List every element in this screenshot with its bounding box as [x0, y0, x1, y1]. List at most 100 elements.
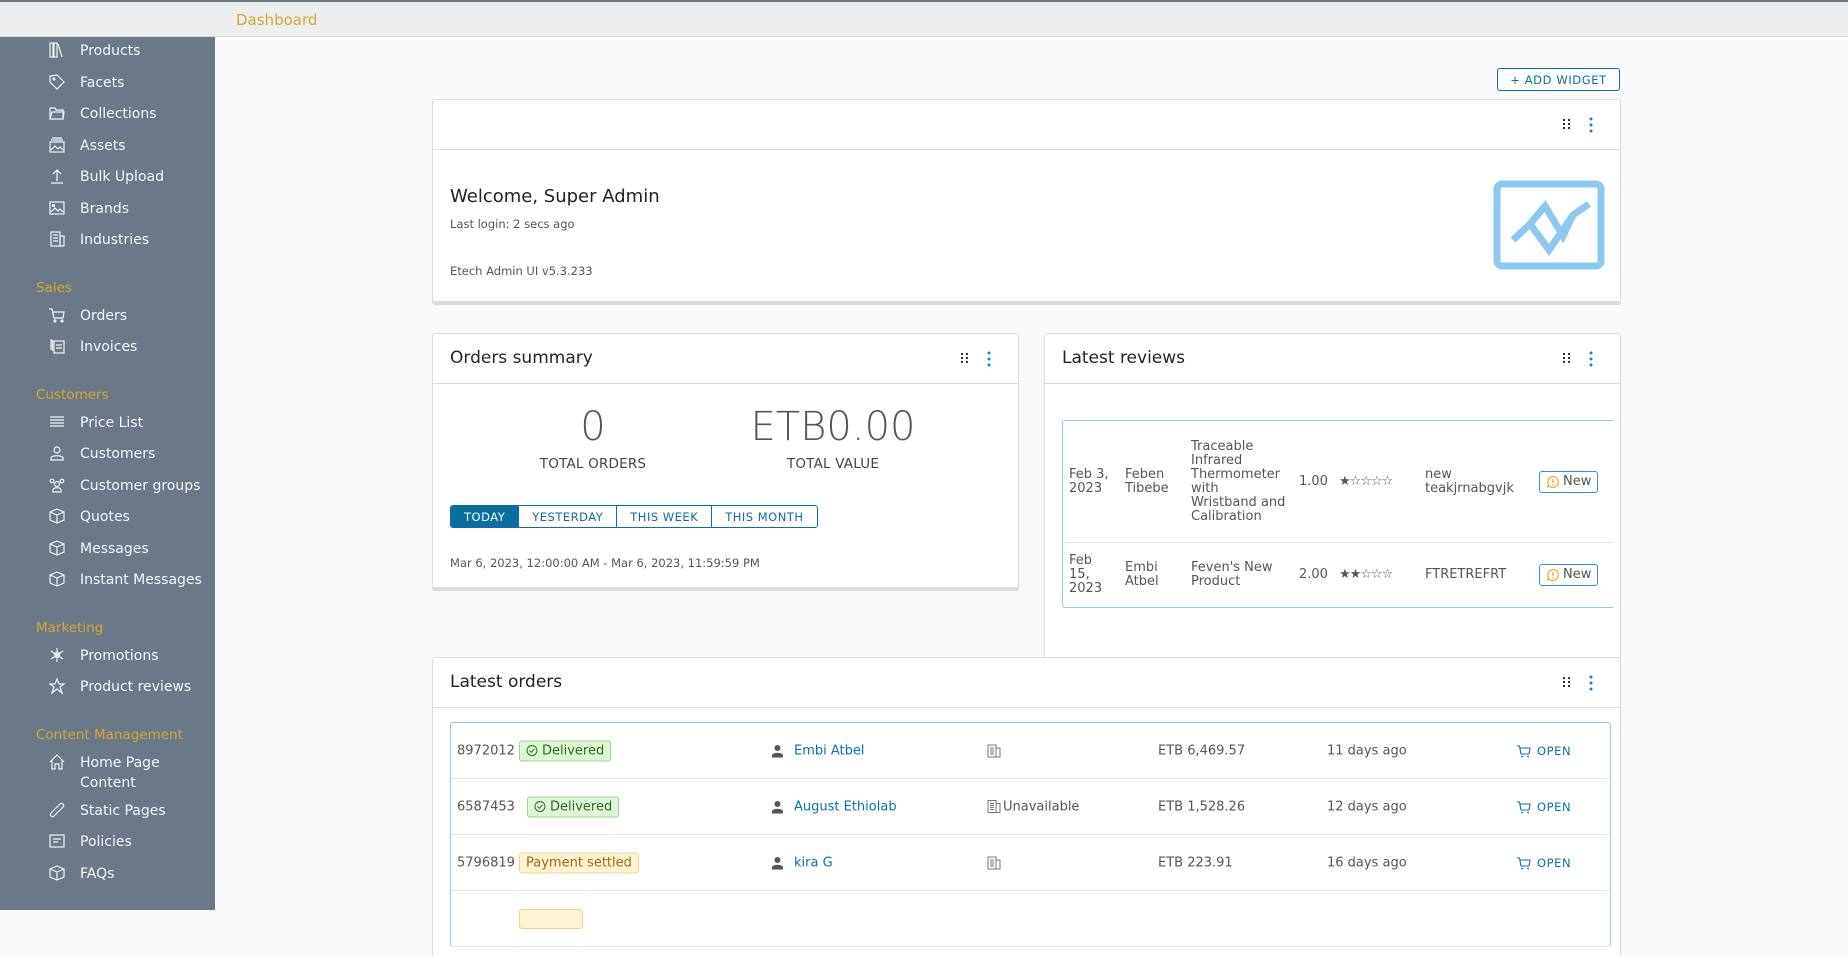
- open-order-button[interactable]: OPEN: [1516, 744, 1571, 758]
- sidebar-item-label: Promotions: [80, 647, 159, 664]
- sidebar-item-industries[interactable]: Industries: [48, 230, 213, 250]
- sidebar-item-label: Messages: [80, 540, 149, 557]
- sidebar-item-label: Orders: [80, 307, 128, 324]
- sidebar-section-content-management: Content Management: [36, 726, 183, 743]
- order-row[interactable]: 8972012 Delivered Embi Atbel ETB 6,469.57 11…: [451, 723, 1610, 779]
- shopping-cart-icon: [1517, 856, 1531, 869]
- sidebar-item-label: Brands: [80, 200, 129, 217]
- total-orders-value: 0: [580, 404, 606, 450]
- latest-orders-title: Latest orders: [450, 672, 563, 692]
- order-customer-link[interactable]: August Ethiolab: [771, 799, 897, 814]
- drag-handle-icon[interactable]: [1562, 118, 1572, 130]
- sidebar-item-label: Assets: [80, 137, 126, 154]
- order-company-name: Unavailable: [1003, 799, 1080, 814]
- range-this-week-button[interactable]: THIS WEEK: [617, 506, 713, 527]
- sidebar-item-orders[interactable]: Orders: [48, 306, 213, 326]
- sidebar-item-policies[interactable]: Policies: [48, 832, 213, 852]
- sidebar-item-label: Facets: [80, 74, 125, 91]
- sidebar-item-instant-messages[interactable]: Instant Messages: [48, 570, 213, 590]
- sidebar-item-static-pages[interactable]: Static Pages: [48, 801, 213, 821]
- order-customer-link[interactable]: kira G: [771, 855, 833, 870]
- review-status-label: New: [1563, 473, 1592, 489]
- more-options-icon[interactable]: [1588, 351, 1594, 367]
- last-login-text: Last login: 2 secs ago: [450, 217, 575, 231]
- open-order-label: OPEN: [1537, 855, 1572, 870]
- order-total: ETB 6,469.57: [1158, 743, 1246, 758]
- order-row-partial[interactable]: [451, 891, 1610, 947]
- review-row[interactable]: Feb 3, 2023 Feben Tibebe Traceable Infrare…: [1063, 421, 1613, 543]
- star-icon: [48, 677, 66, 695]
- order-customer-link[interactable]: Embi Atbel: [771, 743, 865, 758]
- sidebar-item-invoices[interactable]: Invoices: [48, 337, 213, 357]
- building-icon: [987, 856, 1001, 869]
- open-order-button[interactable]: OPEN: [1516, 800, 1571, 814]
- paperclip-icon: [48, 801, 66, 819]
- review-product: Feven's New Product: [1191, 560, 1273, 589]
- review-date: Feb 3, 2023: [1069, 466, 1109, 496]
- drag-handle-icon[interactable]: [960, 352, 970, 364]
- review-status-badge[interactable]: New: [1539, 470, 1599, 493]
- sidebar-item-home-page-content[interactable]: Home Page Content: [48, 753, 178, 793]
- date-range-text: Mar 6, 2023, 12:00:00 AM - Mar 6, 2023, …: [450, 556, 760, 570]
- sidebar-item-product-reviews[interactable]: Product reviews: [48, 677, 213, 697]
- sidebar-item-products[interactable]: Products: [48, 41, 213, 61]
- folder-icon: [48, 104, 66, 122]
- order-age: 16 days ago: [1327, 855, 1407, 870]
- breadcrumb-dashboard[interactable]: Dashboard: [236, 11, 317, 29]
- star-empty-icon: ☆: [1370, 473, 1383, 489]
- alert-bubble-icon: [1546, 568, 1559, 582]
- drag-handle-icon[interactable]: [1562, 676, 1572, 688]
- order-age: 11 days ago: [1327, 743, 1407, 758]
- review-summary: FTRETREFRT: [1425, 567, 1507, 582]
- shopping-cart-icon: [1517, 800, 1531, 813]
- sidebar-item-bulk-upload[interactable]: Bulk Upload: [48, 167, 213, 187]
- order-customer-name: kira G: [794, 855, 833, 870]
- order-age: 12 days ago: [1327, 799, 1407, 814]
- sidebar-item-customers[interactable]: Customers: [48, 444, 213, 464]
- sidebar-item-price-list[interactable]: Price List: [48, 413, 213, 433]
- user-icon: [772, 800, 783, 813]
- sidebar-item-promotions[interactable]: Promotions: [48, 646, 213, 666]
- sidebar-item-messages[interactable]: Messages: [48, 539, 213, 559]
- more-options-icon[interactable]: [1588, 117, 1594, 133]
- drag-handle-icon[interactable]: [1562, 352, 1572, 364]
- review-row[interactable]: Feb 15, 2023 Embi Atbel Feven's New Produc…: [1063, 543, 1613, 607]
- latest-reviews-header: Latest reviews: [1045, 334, 1620, 384]
- sidebar-item-brands[interactable]: Brands: [48, 199, 213, 219]
- sidebar-item-label: Invoices: [80, 339, 138, 355]
- star-empty-icon: ☆: [1381, 567, 1394, 582]
- users-icon: [48, 476, 66, 494]
- line-chart-icon: [1493, 180, 1605, 270]
- star-empty-icon: ☆: [1360, 473, 1372, 489]
- range-this-month-button[interactable]: THIS MONTH: [712, 506, 817, 527]
- sidebar-item-customer-groups[interactable]: Customer groups: [48, 476, 213, 496]
- sidebar-item-assets[interactable]: Assets: [48, 136, 213, 156]
- date-range-selector: TODAY YESTERDAY THIS WEEK THIS MONTH: [450, 505, 818, 528]
- sidebar-item-label: FAQs: [80, 865, 115, 882]
- more-options-icon[interactable]: [986, 351, 992, 367]
- open-order-button[interactable]: OPEN: [1516, 856, 1571, 870]
- sidebar-item-collections[interactable]: Collections: [48, 104, 213, 124]
- range-yesterday-button[interactable]: YESTERDAY: [519, 506, 618, 527]
- order-row[interactable]: 5796819 Payment settled kira G ETB 223.91 16…: [451, 835, 1610, 891]
- sidebar-item-label: Static Pages: [80, 802, 166, 819]
- order-state-badge: Payment settled: [519, 852, 639, 873]
- range-today-button[interactable]: TODAY: [451, 506, 520, 527]
- asterisk-icon: [48, 646, 66, 664]
- welcome-title: Welcome, Super Admin: [450, 186, 660, 207]
- sidebar-item-label: Industries: [80, 232, 150, 248]
- sidebar-item-faqs[interactable]: FAQs: [48, 864, 213, 884]
- review-status-badge[interactable]: New: [1539, 564, 1599, 586]
- order-total: ETB 223.91: [1158, 855, 1233, 870]
- order-state-badge: Delivered: [519, 740, 612, 761]
- sidebar-item-facets[interactable]: Facets: [48, 73, 213, 93]
- star-empty-icon: ☆: [1381, 473, 1394, 489]
- order-row[interactable]: 6587453 Delivered August Ethiolab Unavailab…: [451, 779, 1610, 835]
- order-code: 6587453: [457, 799, 515, 814]
- review-rating: 2.00: [1299, 567, 1328, 582]
- sidebar-item-quotes[interactable]: Quotes: [48, 507, 213, 527]
- list-icon: [48, 413, 66, 431]
- add-widget-button[interactable]: + ADD WIDGET: [1497, 68, 1620, 91]
- more-options-icon[interactable]: [1588, 675, 1594, 691]
- tag-icon: [48, 73, 66, 91]
